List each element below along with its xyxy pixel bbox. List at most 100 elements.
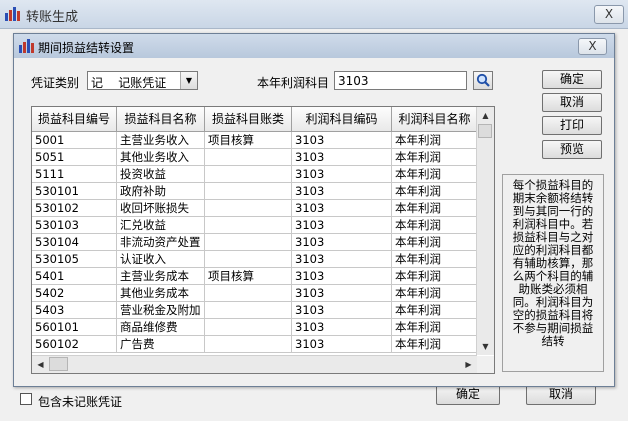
cell-pl-code[interactable]: 530102 — [32, 200, 117, 217]
cell-pl-acct-type[interactable] — [205, 149, 292, 166]
cell-profit-name[interactable]: 本年利润 — [392, 268, 478, 285]
table-row[interactable]: 560102 广告费 3103 本年利润 — [32, 336, 478, 353]
cell-profit-name[interactable]: 本年利润 — [392, 336, 478, 353]
profit-account-input[interactable]: 3103 — [334, 71, 467, 90]
profit-account-search-button[interactable] — [473, 71, 493, 90]
cell-pl-name[interactable]: 汇兑收益 — [117, 217, 205, 234]
cell-pl-code[interactable]: 5402 — [32, 285, 117, 302]
col-header-profit-code[interactable]: 利润科目编码 — [292, 107, 392, 131]
cell-profit-name[interactable]: 本年利润 — [392, 234, 478, 251]
cell-pl-acct-type[interactable] — [205, 183, 292, 200]
cell-pl-code[interactable]: 5051 — [32, 149, 117, 166]
print-button[interactable]: 打印 — [542, 116, 602, 135]
cell-pl-code[interactable]: 5111 — [32, 166, 117, 183]
cell-pl-acct-type[interactable] — [205, 234, 292, 251]
col-header-pl-code[interactable]: 损益科目编号 — [32, 107, 117, 131]
pl-mapping-grid[interactable]: 损益科目编号 损益科目名称 损益科目账类 利润科目编码 利润科目名称 5001 主… — [31, 106, 495, 374]
cell-pl-name[interactable]: 其他业务收入 — [117, 149, 205, 166]
col-header-pl-acct-type[interactable]: 损益科目账类 — [205, 107, 292, 131]
outer-cancel-button[interactable]: 取消 — [526, 384, 596, 405]
cell-profit-code[interactable]: 3103 — [292, 183, 392, 200]
scroll-down-icon[interactable]: ▼ — [478, 339, 493, 354]
table-row[interactable]: 530103 汇兑收益 3103 本年利润 — [32, 217, 478, 234]
cell-profit-name[interactable]: 本年利润 — [392, 285, 478, 302]
cell-profit-code[interactable]: 3103 — [292, 336, 392, 353]
cell-pl-name[interactable]: 非流动资产处置 — [117, 234, 205, 251]
preview-button[interactable]: 预览 — [542, 140, 602, 159]
include-unposted-checkbox[interactable] — [20, 393, 32, 405]
cell-profit-name[interactable]: 本年利润 — [392, 149, 478, 166]
cell-profit-code[interactable]: 3103 — [292, 149, 392, 166]
table-row[interactable]: 530102 收回坏账损失 3103 本年利润 — [32, 200, 478, 217]
cell-pl-acct-type[interactable] — [205, 217, 292, 234]
grid-horizontal-scrollbar[interactable]: ◀ ▶ — [32, 355, 477, 373]
cell-pl-acct-type[interactable]: 项目核算 — [205, 268, 292, 285]
cell-pl-code[interactable]: 5001 — [32, 132, 117, 149]
cell-profit-name[interactable]: 本年利润 — [392, 200, 478, 217]
cell-pl-name[interactable]: 收回坏账损失 — [117, 200, 205, 217]
cell-pl-code[interactable]: 5401 — [32, 268, 117, 285]
cell-pl-name[interactable]: 投资收益 — [117, 166, 205, 183]
cell-profit-code[interactable]: 3103 — [292, 251, 392, 268]
cell-pl-acct-type[interactable]: 项目核算 — [205, 132, 292, 149]
outer-close-button[interactable]: X — [594, 5, 624, 24]
scroll-left-icon[interactable]: ◀ — [33, 357, 48, 372]
table-row[interactable]: 560101 商品维修费 3103 本年利润 — [32, 319, 478, 336]
cell-profit-code[interactable]: 3103 — [292, 302, 392, 319]
cell-pl-acct-type[interactable] — [205, 302, 292, 319]
table-row[interactable]: 530105 认证收入 3103 本年利润 — [32, 251, 478, 268]
col-header-pl-name[interactable]: 损益科目名称 — [117, 107, 205, 131]
cell-pl-acct-type[interactable] — [205, 200, 292, 217]
cell-pl-acct-type[interactable] — [205, 285, 292, 302]
cell-profit-code[interactable]: 3103 — [292, 217, 392, 234]
cell-pl-name[interactable]: 营业税金及附加 — [117, 302, 205, 319]
cell-pl-acct-type[interactable] — [205, 251, 292, 268]
cell-pl-name[interactable]: 主营业务收入 — [117, 132, 205, 149]
cell-pl-name[interactable]: 主营业务成本 — [117, 268, 205, 285]
cell-pl-acct-type[interactable] — [205, 166, 292, 183]
cell-profit-code[interactable]: 3103 — [292, 319, 392, 336]
cell-pl-name[interactable]: 广告费 — [117, 336, 205, 353]
cell-profit-name[interactable]: 本年利润 — [392, 302, 478, 319]
cell-pl-name[interactable]: 认证收入 — [117, 251, 205, 268]
cell-profit-code[interactable]: 3103 — [292, 132, 392, 149]
table-row[interactable]: 530104 非流动资产处置 3103 本年利润 — [32, 234, 478, 251]
cell-pl-name[interactable]: 其他业务成本 — [117, 285, 205, 302]
cell-profit-code[interactable]: 3103 — [292, 285, 392, 302]
col-header-profit-name[interactable]: 利润科目名称 — [392, 107, 478, 131]
scroll-right-icon[interactable]: ▶ — [461, 357, 476, 372]
cell-pl-code[interactable]: 560102 — [32, 336, 117, 353]
cell-profit-name[interactable]: 本年利润 — [392, 166, 478, 183]
cell-profit-name[interactable]: 本年利润 — [392, 132, 478, 149]
horizontal-scroll-thumb[interactable] — [49, 357, 68, 371]
scroll-up-icon[interactable]: ▲ — [478, 108, 493, 123]
cell-profit-name[interactable]: 本年利润 — [392, 183, 478, 200]
voucher-type-select[interactable]: 记 记账凭证 ▼ — [87, 71, 198, 90]
table-row[interactable]: 5001 主营业务收入 项目核算 3103 本年利润 — [32, 132, 478, 149]
cell-pl-code[interactable]: 560101 — [32, 319, 117, 336]
cell-pl-code[interactable]: 530104 — [32, 234, 117, 251]
dialog-close-button[interactable]: X — [578, 38, 607, 55]
table-row[interactable]: 5403 营业税金及附加 3103 本年利润 — [32, 302, 478, 319]
cell-pl-code[interactable]: 530101 — [32, 183, 117, 200]
cell-pl-code[interactable]: 5403 — [32, 302, 117, 319]
cell-pl-acct-type[interactable] — [205, 319, 292, 336]
cell-pl-code[interactable]: 530103 — [32, 217, 117, 234]
vertical-scroll-thumb[interactable] — [478, 124, 492, 138]
cell-profit-code[interactable]: 3103 — [292, 268, 392, 285]
cancel-button[interactable]: 取消 — [542, 93, 602, 112]
table-row[interactable]: 530101 政府补助 3103 本年利润 — [32, 183, 478, 200]
table-row[interactable]: 5401 主营业务成本 项目核算 3103 本年利润 — [32, 268, 478, 285]
cell-profit-code[interactable]: 3103 — [292, 166, 392, 183]
cell-profit-name[interactable]: 本年利润 — [392, 251, 478, 268]
ok-button[interactable]: 确定 — [542, 70, 602, 89]
cell-profit-code[interactable]: 3103 — [292, 200, 392, 217]
cell-pl-name[interactable]: 政府补助 — [117, 183, 205, 200]
cell-profit-name[interactable]: 本年利润 — [392, 217, 478, 234]
outer-ok-button[interactable]: 确定 — [436, 384, 500, 405]
chevron-down-icon[interactable]: ▼ — [180, 72, 197, 89]
cell-pl-name[interactable]: 商品维修费 — [117, 319, 205, 336]
table-row[interactable]: 5111 投资收益 3103 本年利润 — [32, 166, 478, 183]
cell-profit-code[interactable]: 3103 — [292, 234, 392, 251]
cell-pl-acct-type[interactable] — [205, 336, 292, 353]
